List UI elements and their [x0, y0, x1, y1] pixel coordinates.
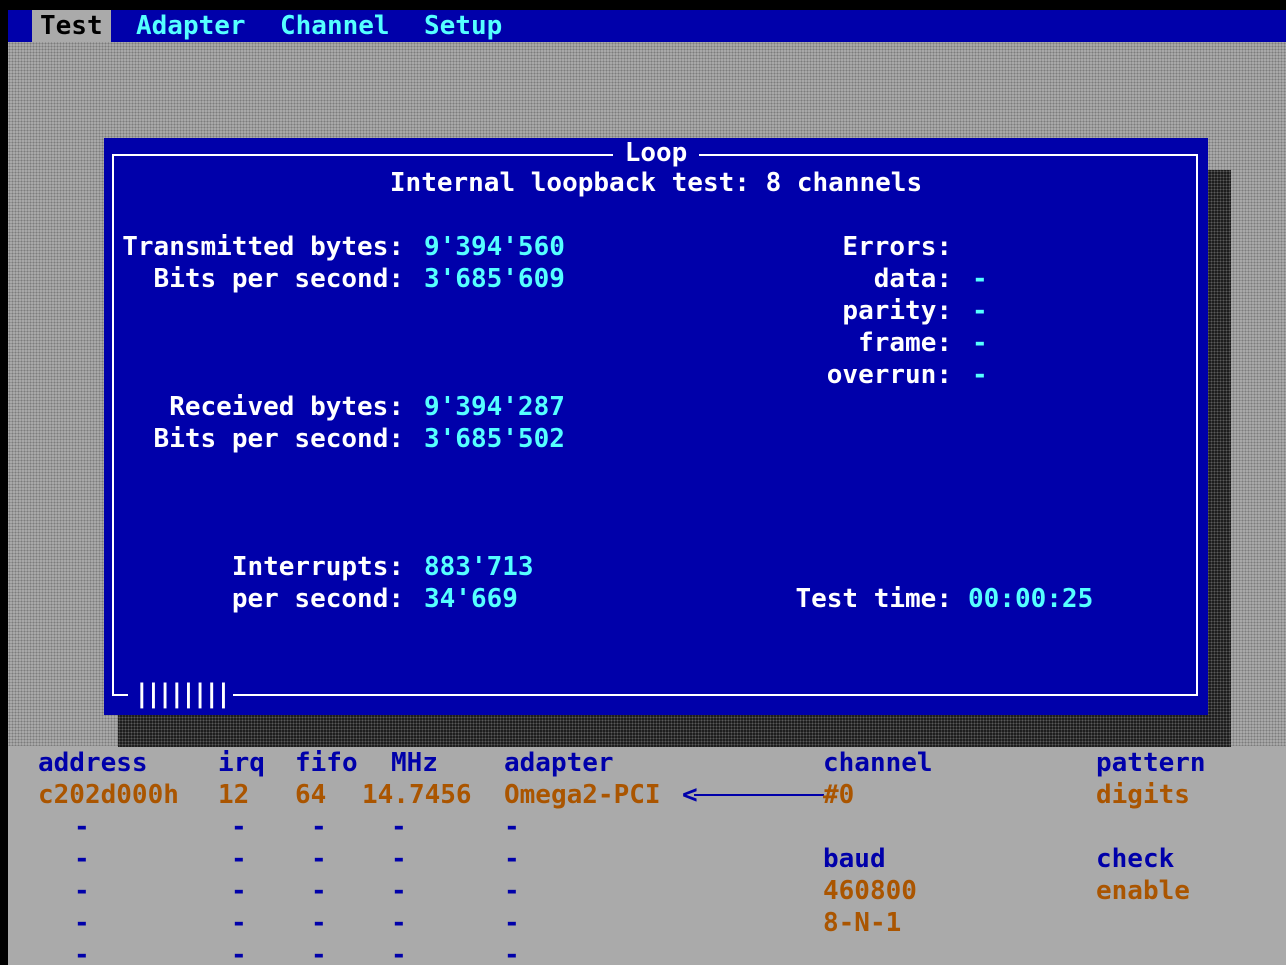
dialog-title: Loop — [612, 138, 700, 168]
empty-address-1: - — [74, 812, 90, 842]
empty-irq-5: - — [231, 940, 247, 965]
header-mhz: MHz — [391, 748, 438, 778]
errors-frame-label: frame: — [858, 328, 952, 358]
interrupts-rate-value: 34'669 — [424, 584, 518, 614]
received-bytes-label: Received bytes: — [169, 392, 404, 422]
empty-irq-2: - — [231, 844, 247, 874]
empty-address-3: - — [74, 876, 90, 906]
dialog-subtitle: Internal loopback test: 8 channels — [389, 168, 923, 198]
empty-adapter-3: - — [504, 876, 520, 906]
header-irq: irq — [218, 748, 265, 778]
empty-address-4: - — [74, 908, 90, 938]
interrupts-label: Interrupts: — [231, 552, 404, 582]
menu-adapter[interactable]: Adapter — [128, 10, 254, 42]
received-bps-value: 3'685'502 — [424, 424, 565, 454]
empty-fifo-1: - — [311, 812, 327, 842]
empty-fifo-5: - — [311, 940, 327, 965]
menu-bar: Test Adapter Channel Setup — [8, 10, 1286, 42]
test-time-label: Test time: — [795, 584, 952, 614]
interrupts-value: 883'713 — [424, 552, 534, 582]
transmitted-bps-value: 3'685'609 — [424, 264, 565, 294]
transmitted-bytes-label: Transmitted bytes: — [122, 232, 404, 262]
channel-activity-indicator: |||||||| — [128, 678, 234, 710]
check-value[interactable]: enable — [1096, 875, 1190, 907]
errors-overrun-value: - — [972, 360, 988, 390]
line-format-value[interactable]: 8-N-1 — [823, 907, 901, 939]
received-bps-label: Bits per second: — [153, 424, 404, 454]
header-adapter: adapter — [504, 748, 614, 778]
header-channel: channel — [823, 748, 933, 778]
check-label: check — [1096, 844, 1175, 874]
errors-parity-label: parity: — [842, 296, 952, 326]
empty-adapter-2: - — [504, 844, 520, 874]
empty-mhz-1: - — [391, 812, 407, 842]
dos-screen: Test Adapter Channel Setup Loop Internal… — [8, 10, 1286, 965]
errors-label: Errors: — [842, 232, 952, 262]
adapter-channel-arrow: < — [682, 779, 824, 811]
errors-frame-value: - — [972, 328, 988, 358]
test-time-value: 00:00:25 — [968, 584, 1094, 614]
empty-adapter-4: - — [504, 908, 520, 938]
errors-data-label: data: — [873, 264, 952, 294]
desktop-background: Loop Internal loopback test: 8 channels … — [8, 42, 1286, 747]
baud-value[interactable]: 460800 — [823, 875, 917, 907]
empty-address-5: - — [74, 940, 90, 965]
empty-fifo-3: - — [311, 876, 327, 906]
menu-test[interactable]: Test — [32, 10, 111, 42]
row-fifo[interactable]: 64 — [295, 779, 326, 811]
empty-address-2: - — [74, 844, 90, 874]
received-bytes-value: 9'394'287 — [424, 392, 565, 422]
row-irq[interactable]: 12 — [218, 779, 249, 811]
empty-irq-1: - — [231, 812, 247, 842]
empty-mhz-4: - — [391, 908, 407, 938]
row-address[interactable]: c202d000h — [38, 779, 179, 811]
transmitted-bps-label: Bits per second: — [153, 264, 404, 294]
errors-parity-value: - — [972, 296, 988, 326]
baud-label: baud — [823, 844, 886, 874]
menu-setup[interactable]: Setup — [416, 10, 510, 42]
errors-data-value: - — [972, 264, 988, 294]
empty-fifo-4: - — [311, 908, 327, 938]
menu-channel[interactable]: Channel — [272, 10, 398, 42]
header-fifo: fifo — [295, 748, 358, 778]
empty-adapter-5: - — [504, 940, 520, 965]
empty-irq-3: - — [231, 876, 247, 906]
header-address: address — [38, 748, 148, 778]
transmitted-bytes-value: 9'394'560 — [424, 232, 565, 262]
row-mhz[interactable]: 14.7456 — [362, 779, 472, 811]
empty-mhz-5: - — [391, 940, 407, 965]
row-adapter[interactable]: Omega2-PCI — [504, 779, 661, 811]
empty-adapter-1: - — [504, 812, 520, 842]
errors-overrun-label: overrun: — [826, 360, 952, 390]
row-pattern[interactable]: digits — [1096, 779, 1190, 811]
row-channel[interactable]: #0 — [823, 779, 854, 811]
empty-mhz-2: - — [391, 844, 407, 874]
empty-mhz-3: - — [391, 876, 407, 906]
empty-fifo-2: - — [311, 844, 327, 874]
header-pattern: pattern — [1096, 748, 1206, 778]
interrupts-rate-label: per second: — [231, 584, 404, 614]
empty-irq-4: - — [231, 908, 247, 938]
loop-dialog: Loop Internal loopback test: 8 channels … — [104, 138, 1208, 715]
